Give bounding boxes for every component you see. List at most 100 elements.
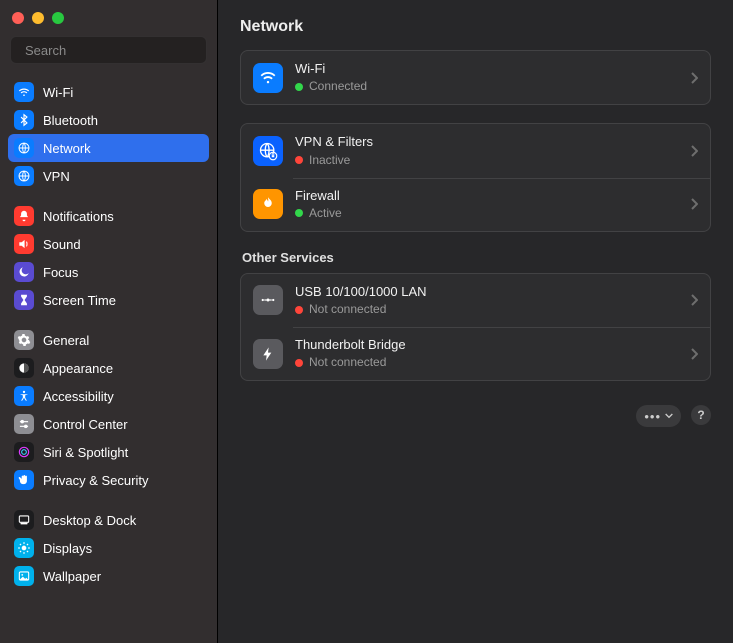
ellipsis-icon: ••• bbox=[644, 409, 661, 424]
service-status: Not connected bbox=[295, 355, 678, 370]
service-row-thunderbolt[interactable]: Thunderbolt Bridge Not connected bbox=[241, 327, 710, 380]
sidebar-item-vpn[interactable]: VPN bbox=[8, 162, 209, 190]
minimize-icon[interactable] bbox=[32, 12, 44, 24]
hourglass-icon bbox=[14, 290, 34, 310]
service-row-wifi[interactable]: Wi-Fi Connected bbox=[241, 51, 710, 104]
globe-badge-icon bbox=[253, 136, 283, 166]
search-input[interactable] bbox=[25, 43, 201, 58]
sidebar-item-general[interactable]: General bbox=[8, 326, 209, 354]
status-dot bbox=[295, 306, 303, 314]
sidebar-item-network[interactable]: Network bbox=[8, 134, 209, 162]
main-header: Network bbox=[218, 0, 733, 50]
sidebar-item-focus[interactable]: Focus bbox=[8, 258, 209, 286]
search-field[interactable] bbox=[10, 36, 207, 64]
firewall-icon bbox=[253, 189, 283, 219]
service-title: Thunderbolt Bridge bbox=[295, 337, 678, 353]
service-status: Not connected bbox=[295, 302, 678, 317]
sidebar-list: Wi-Fi Bluetooth Network VPN N bbox=[0, 74, 217, 643]
main-panel: Network Wi-Fi Connected VPN & Filters bbox=[218, 0, 733, 643]
sidebar-item-label: Notifications bbox=[43, 209, 114, 224]
sidebar-item-label: Wi-Fi bbox=[43, 85, 73, 100]
close-icon[interactable] bbox=[12, 12, 24, 24]
sidebar-item-label: Wallpaper bbox=[43, 569, 101, 584]
status-dot bbox=[295, 209, 303, 217]
sidebar-item-privacy[interactable]: Privacy & Security bbox=[8, 466, 209, 494]
appearance-icon bbox=[14, 358, 34, 378]
chevron-right-icon bbox=[690, 145, 698, 157]
service-row-vpnfilters[interactable]: VPN & Filters Inactive bbox=[241, 124, 710, 177]
service-title: VPN & Filters bbox=[295, 134, 678, 150]
status-dot bbox=[295, 359, 303, 367]
sidebar: Wi-Fi Bluetooth Network VPN N bbox=[0, 0, 218, 643]
sidebar-item-label: Appearance bbox=[43, 361, 113, 376]
accessibility-icon bbox=[14, 386, 34, 406]
displays-icon bbox=[14, 538, 34, 558]
status-dot bbox=[295, 156, 303, 164]
wifi-icon bbox=[14, 82, 34, 102]
sidebar-item-sound[interactable]: Sound bbox=[8, 230, 209, 258]
sidebar-item-bluetooth[interactable]: Bluetooth bbox=[8, 106, 209, 134]
service-status: Active bbox=[295, 206, 678, 221]
bluetooth-icon bbox=[14, 110, 34, 130]
service-status: Connected bbox=[295, 79, 678, 94]
help-button[interactable]: ? bbox=[691, 405, 711, 425]
sidebar-item-label: Displays bbox=[43, 541, 92, 556]
sidebar-item-label: Desktop & Dock bbox=[43, 513, 136, 528]
sidebar-item-label: Accessibility bbox=[43, 389, 114, 404]
status-dot bbox=[295, 83, 303, 91]
chevron-down-icon bbox=[665, 412, 673, 420]
bell-icon bbox=[14, 206, 34, 226]
service-title: Firewall bbox=[295, 188, 678, 204]
sidebar-item-label: Sound bbox=[43, 237, 81, 252]
more-actions-button[interactable]: ••• bbox=[636, 405, 681, 427]
sidebar-item-wallpaper[interactable]: Wallpaper bbox=[8, 562, 209, 590]
window-controls bbox=[0, 0, 217, 32]
wifi-icon bbox=[253, 63, 283, 93]
content: Wi-Fi Connected VPN & Filters Inactive bbox=[218, 50, 733, 643]
sidebar-item-wifi[interactable]: Wi-Fi bbox=[8, 78, 209, 106]
sidebar-item-screentime[interactable]: Screen Time bbox=[8, 286, 209, 314]
network-icon bbox=[14, 138, 34, 158]
sidebar-item-appearance[interactable]: Appearance bbox=[8, 354, 209, 382]
secondary-services-card: VPN & Filters Inactive Firewall Active bbox=[240, 123, 711, 232]
sidebar-item-controlcenter[interactable]: Control Center bbox=[8, 410, 209, 438]
siri-icon bbox=[14, 442, 34, 462]
sidebar-item-label: Bluetooth bbox=[43, 113, 98, 128]
chevron-right-icon bbox=[690, 348, 698, 360]
hand-icon bbox=[14, 470, 34, 490]
footer-actions: ••• ? bbox=[240, 399, 711, 427]
sidebar-item-label: Focus bbox=[43, 265, 78, 280]
fullscreen-icon[interactable] bbox=[52, 12, 64, 24]
service-title: USB 10/100/1000 LAN bbox=[295, 284, 678, 300]
other-services-label: Other Services bbox=[242, 250, 709, 265]
sidebar-item-accessibility[interactable]: Accessibility bbox=[8, 382, 209, 410]
sidebar-item-label: VPN bbox=[43, 169, 70, 184]
moon-icon bbox=[14, 262, 34, 282]
settings-window: Wi-Fi Bluetooth Network VPN N bbox=[0, 0, 733, 643]
sidebar-item-siri[interactable]: Siri & Spotlight bbox=[8, 438, 209, 466]
service-row-firewall[interactable]: Firewall Active bbox=[241, 178, 710, 231]
vpn-icon bbox=[14, 166, 34, 186]
sidebar-item-desktop[interactable]: Desktop & Dock bbox=[8, 506, 209, 534]
service-title: Wi-Fi bbox=[295, 61, 678, 77]
sliders-icon bbox=[14, 414, 34, 434]
sidebar-item-label: Control Center bbox=[43, 417, 128, 432]
dock-icon bbox=[14, 510, 34, 530]
service-row-usblan[interactable]: USB 10/100/1000 LAN Not connected bbox=[241, 274, 710, 327]
chevron-right-icon bbox=[690, 294, 698, 306]
thunderbolt-icon bbox=[253, 339, 283, 369]
sidebar-item-label: Network bbox=[43, 141, 91, 156]
sidebar-item-label: Privacy & Security bbox=[43, 473, 148, 488]
ethernet-icon bbox=[253, 285, 283, 315]
speaker-icon bbox=[14, 234, 34, 254]
wallpaper-icon bbox=[14, 566, 34, 586]
sidebar-item-notifications[interactable]: Notifications bbox=[8, 202, 209, 230]
page-title: Network bbox=[240, 18, 711, 36]
sidebar-item-displays[interactable]: Displays bbox=[8, 534, 209, 562]
chevron-right-icon bbox=[690, 198, 698, 210]
primary-services-card: Wi-Fi Connected bbox=[240, 50, 711, 105]
sidebar-item-label: Siri & Spotlight bbox=[43, 445, 128, 460]
gear-icon bbox=[14, 330, 34, 350]
chevron-right-icon bbox=[690, 72, 698, 84]
other-services-card: USB 10/100/1000 LAN Not connected Thunde… bbox=[240, 273, 711, 382]
